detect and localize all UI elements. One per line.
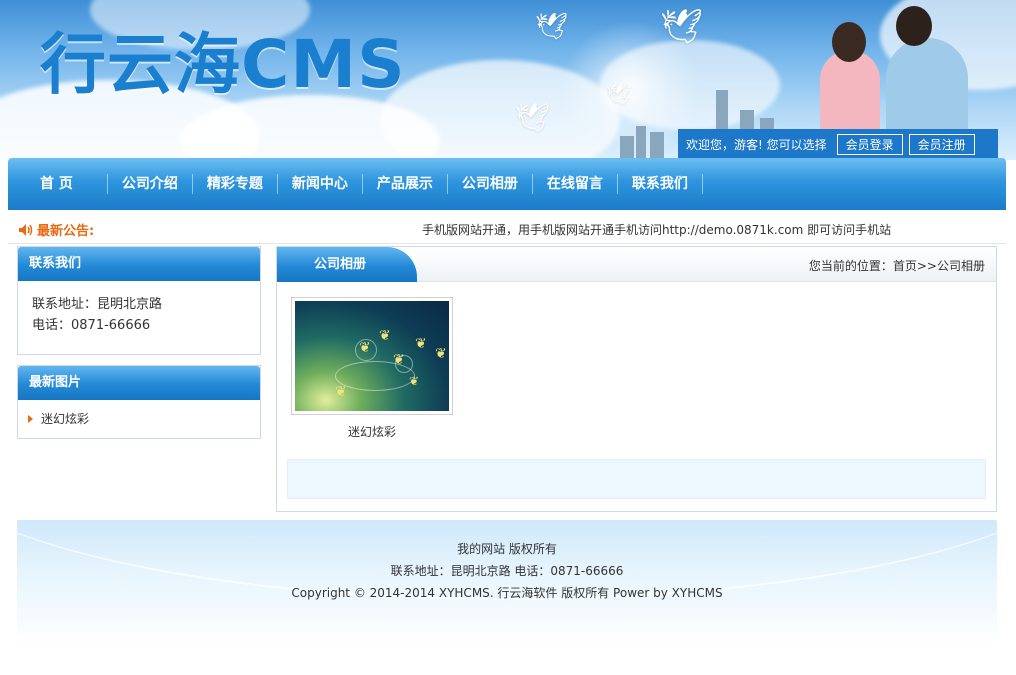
footer: 我的网站 版权所有 联系地址：昆明北京路 电话：0871-66666 Copyr… <box>17 520 997 645</box>
photo-caption[interactable]: 迷幻炫彩 <box>291 423 453 440</box>
city-skyline <box>650 132 664 160</box>
contact-info: 联系地址：昆明北京路 电话：0871-66666 <box>18 281 260 349</box>
footer-powered-by: Copyright © 2014-2014 XYHCMS. 行云海软件 版权所有… <box>291 586 723 600</box>
welcome-text: 欢迎您，游客! 您可以选择 <box>686 137 827 152</box>
butterfly-icon: ❦ <box>335 384 347 400</box>
nav-item-news[interactable]: 新闻中心 <box>278 174 363 194</box>
footer-copyright-site: 我的网站 版权所有 <box>457 542 557 556</box>
nav-item-topics[interactable]: 精彩专题 <box>193 174 278 194</box>
sidebar-contact-box: 联系我们 联系地址：昆明北京路 电话：0871-66666 <box>17 246 261 355</box>
album-panel-header: 公司相册 您当前的位置：首页>>公司相册 <box>277 247 996 282</box>
notice-bar: 最新公告: 手机版网站开通，用手机版网站开通手机访问http://demo.08… <box>8 212 1006 244</box>
butterfly-icon: ❦ <box>379 328 391 344</box>
footer-contact: 联系地址：昆明北京路 电话：0871-66666 <box>390 564 624 578</box>
city-skyline <box>620 136 634 160</box>
list-item[interactable]: 迷幻炫彩 <box>18 400 260 437</box>
sidebar-latest-pics-title: 最新图片 <box>18 366 260 400</box>
dove-icon: 🕊 <box>660 7 704 47</box>
dove-icon: 🕊 <box>515 101 551 134</box>
person-head <box>832 22 866 62</box>
main-nav: 首 页 公司介绍 精彩专题 新闻中心 产品展示 公司相册 在线留言 联系我们 <box>8 158 1006 210</box>
pagination-area <box>287 459 986 499</box>
notice-label-text: 最新公告: <box>37 224 95 239</box>
album-tab-title: 公司相册 <box>277 247 417 282</box>
bullet-arrow-icon <box>28 414 33 423</box>
member-bar: 欢迎您，游客! 您可以选择 会员登录 会员注册 <box>678 129 998 159</box>
photo-thumbnail[interactable]: ❦ ❦ ❦ ❦ ❦ ❦ ❦ <box>291 297 453 415</box>
nav-item-album[interactable]: 公司相册 <box>448 174 533 194</box>
speaker-icon <box>18 223 34 237</box>
nav-item-contact[interactable]: 联系我们 <box>618 174 703 194</box>
nav-item-home[interactable]: 首 页 <box>18 174 108 194</box>
dove-icon: 🕊 <box>606 82 632 106</box>
sidebar-latest-pics-box: 最新图片 迷幻炫彩 <box>17 365 261 439</box>
photo-image: ❦ ❦ ❦ ❦ ❦ ❦ ❦ <box>295 301 449 411</box>
nav-item-about[interactable]: 公司介绍 <box>108 174 193 194</box>
butterfly-icon: ❦ <box>359 340 371 356</box>
header-banner: 行云海CMS 🕊 🕊 🕊 🕊 欢迎您，游客! 您可以选择 会员登录 会员注册 <box>0 0 1016 160</box>
member-login-button[interactable]: 会员登录 <box>836 133 903 155</box>
album-panel: 公司相册 您当前的位置：首页>>公司相册 ❦ ❦ ❦ ❦ ❦ ❦ ❦ 迷幻炫彩 <box>276 246 997 512</box>
site-logo[interactable]: 行云海CMS <box>40 32 406 98</box>
list-item-label: 迷幻炫彩 <box>41 412 90 426</box>
contact-address: 联系地址：昆明北京路 <box>32 297 163 312</box>
breadcrumb: 您当前的位置：首页>>公司相册 <box>808 259 985 273</box>
notice-label: 最新公告: <box>18 220 94 239</box>
sidebar-contact-title: 联系我们 <box>18 247 260 281</box>
dove-icon: 🕊 <box>535 12 569 42</box>
nav-item-products[interactable]: 产品展示 <box>363 174 448 194</box>
butterfly-icon: ❦ <box>415 336 427 352</box>
person-head <box>896 6 932 46</box>
member-register-button[interactable]: 会员注册 <box>908 133 975 155</box>
nav-item-guestbook[interactable]: 在线留言 <box>533 174 618 194</box>
butterfly-icon: ❦ <box>393 352 405 368</box>
butterfly-icon: ❦ <box>435 346 447 362</box>
butterfly-icon: ❦ <box>409 374 420 388</box>
city-skyline <box>636 126 646 160</box>
notice-marquee[interactable]: 手机版网站开通，用手机版网站开通手机访问http://demo.0871k.co… <box>422 221 891 238</box>
contact-phone: 电话：0871-66666 <box>32 318 151 333</box>
